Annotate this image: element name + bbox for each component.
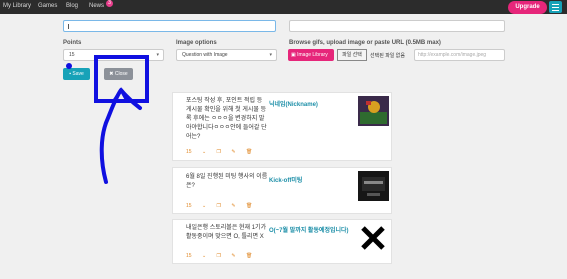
annotation-dot [66, 63, 72, 69]
annotation-box [94, 55, 149, 103]
annotation-arrow [99, 88, 142, 184]
annotation-overlay [66, 55, 149, 184]
